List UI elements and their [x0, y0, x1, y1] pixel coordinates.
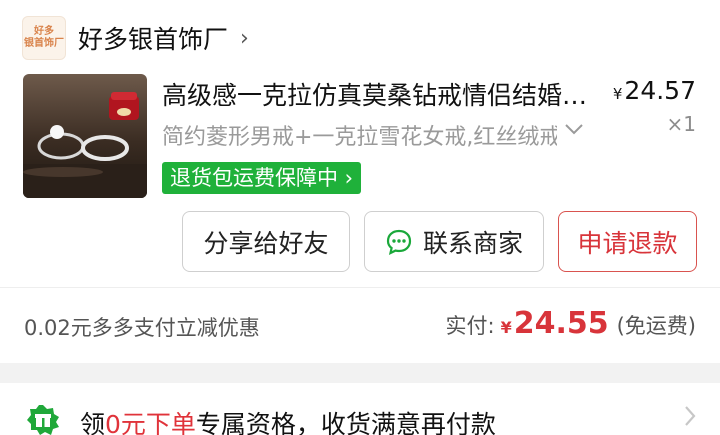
product-spec[interactable]: 简约菱形男戒+一克拉雪花女戒,红丝绒戒指盒 [162, 119, 557, 151]
shop-logo: 好多 银首饰厂 [22, 16, 66, 60]
shop-logo-text-1: 好多 [34, 26, 54, 37]
promo-highlight: 0元下单 [105, 410, 196, 435]
paid-total: 实付: ¥24.55 (免运费) [445, 306, 696, 341]
chevron-right-icon[interactable]: › [240, 26, 249, 51]
paid-currency: ¥ [500, 318, 512, 337]
contact-seller-label: 联系商家 [422, 228, 523, 258]
chat-bubble-icon [386, 229, 412, 255]
apply-refund-button[interactable]: 申请退款 [558, 211, 697, 272]
return-shipping-guarantee-badge[interactable]: 退货包运费保障中 › [162, 162, 362, 194]
paid-label: 实付: [445, 314, 495, 338]
payment-discount-text: 0.02元多多支付立减优惠 [24, 316, 260, 340]
divider [0, 287, 720, 288]
price-value: 24.57 [624, 76, 696, 105]
promo-text: 领0元下单专属资格，收货满意再付款 [80, 405, 496, 435]
chevron-right-icon[interactable] [682, 403, 698, 435]
product-price: ¥24.57 [613, 76, 696, 105]
section-gap [0, 363, 720, 383]
shop-header[interactable]: 好多 银首饰厂 好多银首饰厂 › [22, 14, 249, 62]
shipping-note: (免运费) [616, 314, 696, 338]
order-card: 好多 银首饰厂 好多银首饰厂 › 高级感一克拉仿真莫桑钻戒情侣结婚对戒 ¥24.… [0, 0, 720, 363]
paid-amount-value: 24.55 [513, 306, 609, 341]
share-to-friend-button[interactable]: 分享给好友 [182, 211, 350, 272]
contact-seller-button[interactable]: 联系商家 [364, 211, 544, 272]
product-image[interactable] [23, 74, 147, 198]
promo-suffix: 专属资格，收货满意再付款 [195, 410, 496, 435]
shop-logo-text-2: 银首饰厂 [24, 38, 64, 49]
product-quantity: ×1 [666, 112, 696, 136]
chevron-down-icon[interactable] [563, 118, 585, 146]
price-currency: ¥ [612, 85, 623, 103]
gift-badge-icon [27, 405, 59, 435]
zero-yuan-order-promo[interactable]: 领0元下单专属资格，收货满意再付款 [0, 383, 720, 435]
promo-prefix: 领 [80, 410, 106, 435]
shop-name[interactable]: 好多银首饰厂 [78, 20, 228, 56]
product-title[interactable]: 高级感一克拉仿真莫桑钻戒情侣结婚对戒 [162, 76, 592, 112]
paid-amount: ¥24.55 [501, 306, 609, 341]
